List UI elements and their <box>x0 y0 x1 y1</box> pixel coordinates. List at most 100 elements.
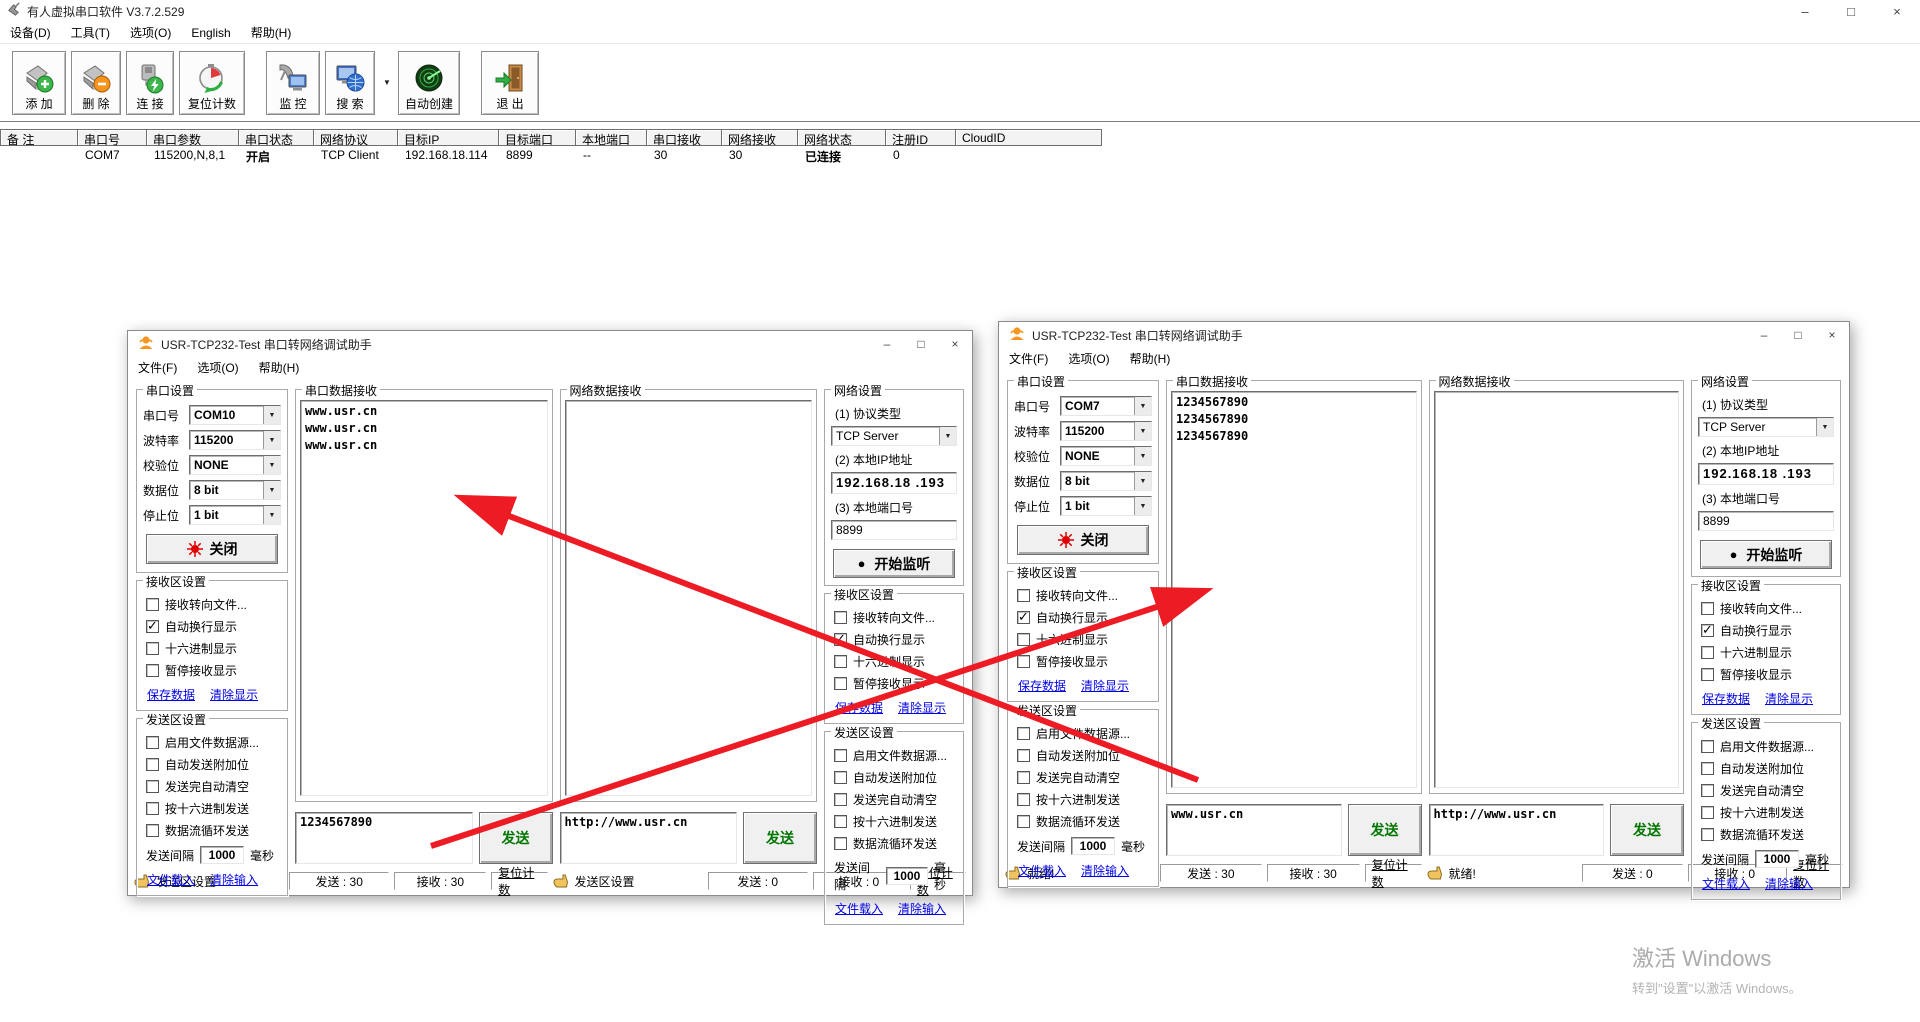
checkbox-pause-recv[interactable]: 暂停接收显示 <box>1017 653 1152 670</box>
menu-device[interactable]: 设备(D) <box>0 22 61 43</box>
save-data-link[interactable]: 保存数据 <box>1702 690 1750 707</box>
load-file-link[interactable]: 文件载入 <box>835 900 883 917</box>
clear-input-link[interactable]: 清除输入 <box>1765 875 1813 892</box>
clear-display-link[interactable]: 清除显示 <box>1765 690 1813 707</box>
send-interval-input[interactable]: 1000 <box>1755 850 1799 868</box>
checkbox-recv-to-file[interactable]: 接收转向文件... <box>834 609 957 626</box>
serial-send-input[interactable]: 1234567890 <box>295 812 473 864</box>
checkbox-send-as-hex[interactable]: 按十六进制发送 <box>1017 791 1152 808</box>
stop-bits-select[interactable]: 1 bit▼ <box>189 505 281 525</box>
checkbox-auto-wrap[interactable]: 自动换行显示 <box>1701 622 1834 639</box>
serial-send-input[interactable]: www.usr.cn <box>1166 804 1342 856</box>
chevron-down-icon[interactable]: ▼ <box>263 456 280 474</box>
send-settings-status[interactable]: 发送区设置 <box>553 873 703 890</box>
auto-create-button[interactable]: 自动创建 <box>398 51 460 115</box>
load-file-link[interactable]: 文件载入 <box>1702 875 1750 892</box>
network-send-input[interactable]: http://www.usr.cn <box>560 812 738 864</box>
col-cloud-id[interactable]: CloudID <box>956 129 1102 146</box>
checkbox-hex-display[interactable]: 十六进制显示 <box>1017 631 1152 648</box>
checkbox-clear-after-send[interactable]: 发送完自动清空 <box>146 778 281 795</box>
chevron-down-icon[interactable]: ▼ <box>1134 397 1151 415</box>
menu-tools[interactable]: 工具(T) <box>61 22 120 43</box>
menu-help[interactable]: 帮助(H) <box>1120 348 1181 369</box>
col-params[interactable]: 串口参数 <box>147 129 239 146</box>
chevron-down-icon[interactable]: ▼ <box>939 427 956 445</box>
protocol-select[interactable]: TCP Server▼ <box>1698 417 1834 437</box>
local-ip-input[interactable]: 192.168.18 .193 <box>831 472 957 494</box>
app-minimize-button[interactable]: – <box>1782 0 1828 22</box>
local-port-input[interactable]: 8899 <box>831 520 957 540</box>
clear-display-link[interactable]: 清除显示 <box>210 686 258 703</box>
col-net-state[interactable]: 网络状态 <box>798 129 886 146</box>
minimize-button[interactable]: – <box>870 331 904 357</box>
menu-help[interactable]: 帮助(H) <box>249 357 310 378</box>
chevron-down-icon[interactable]: ▼ <box>1134 447 1151 465</box>
connect-button[interactable]: 连 接 <box>126 51 174 115</box>
send-interval-input[interactable]: 1000 <box>200 846 244 864</box>
checkbox-loop-send[interactable]: 数据流循环发送 <box>1017 813 1152 830</box>
add-button[interactable]: 添 加 <box>12 51 66 115</box>
parity-select[interactable]: NONE▼ <box>189 455 281 475</box>
col-state[interactable]: 串口状态 <box>239 129 314 146</box>
chevron-down-icon[interactable]: ▼ <box>263 481 280 499</box>
reset-count-link[interactable]: 复位计数 <box>491 872 547 890</box>
checkbox-loop-send[interactable]: 数据流循环发送 <box>834 835 957 852</box>
close-button[interactable]: × <box>1815 322 1849 348</box>
checkbox-file-source[interactable]: 启用文件数据源... <box>1701 738 1834 755</box>
network-send-input[interactable]: http://www.usr.cn <box>1429 804 1605 856</box>
checkbox-send-as-hex[interactable]: 按十六进制发送 <box>834 813 957 830</box>
exit-button[interactable]: 退 出 <box>481 51 539 115</box>
monitor-button[interactable]: 监 控 <box>266 51 320 115</box>
col-target-ip[interactable]: 目标IP <box>398 129 499 146</box>
clear-input-link[interactable]: 清除输入 <box>898 900 946 917</box>
checkbox-hex-display[interactable]: 十六进制显示 <box>1701 644 1834 661</box>
load-file-link[interactable]: 文件载入 <box>1018 862 1066 879</box>
checkbox-pause-recv[interactable]: 暂停接收显示 <box>1701 666 1834 683</box>
chevron-down-icon[interactable]: ▼ <box>263 506 280 524</box>
checkbox-auto-append[interactable]: 自动发送附加位 <box>1017 747 1152 764</box>
start-listen-button[interactable]: ●开始监听 <box>833 549 955 578</box>
clear-display-link[interactable]: 清除显示 <box>898 699 946 716</box>
checkbox-clear-after-send[interactable]: 发送完自动清空 <box>1701 782 1834 799</box>
checkbox-auto-append[interactable]: 自动发送附加位 <box>146 756 281 773</box>
local-ip-input[interactable]: 192.168.18 .193 <box>1698 463 1834 485</box>
checkbox-file-source[interactable]: 启用文件数据源... <box>1017 725 1152 742</box>
chevron-down-icon[interactable]: ▼ <box>1134 497 1151 515</box>
search-dropdown-arrow[interactable]: ▼ <box>380 78 394 87</box>
col-target-port[interactable]: 目标端口 <box>499 129 576 146</box>
network-receive-area[interactable] <box>1434 391 1680 788</box>
close-port-button[interactable]: 关闭 <box>146 534 278 564</box>
checkbox-auto-append[interactable]: 自动发送附加位 <box>1701 760 1834 777</box>
serial-send-button[interactable]: 发送 <box>479 812 553 864</box>
load-file-link[interactable]: 文件载入 <box>147 871 195 888</box>
maximize-button[interactable]: □ <box>1781 322 1815 348</box>
chevron-down-icon[interactable]: ▼ <box>1134 472 1151 490</box>
col-protocol[interactable]: 网络协议 <box>314 129 398 146</box>
menu-options[interactable]: 选项(O) <box>1058 348 1119 369</box>
parity-select[interactable]: NONE▼ <box>1060 446 1152 466</box>
checkbox-loop-send[interactable]: 数据流循环发送 <box>146 822 281 839</box>
com-port-select[interactable]: COM10▼ <box>189 405 281 425</box>
chevron-down-icon[interactable]: ▼ <box>263 431 280 449</box>
maximize-button[interactable]: □ <box>904 331 938 357</box>
start-listen-button[interactable]: ●开始监听 <box>1700 540 1832 569</box>
close-button[interactable]: × <box>938 331 972 357</box>
window-titlebar[interactable]: USR-TCP232-Test 串口转网络调试助手 – □ × <box>999 322 1849 348</box>
serial-receive-area[interactable]: www.usr.cn www.usr.cn www.usr.cn <box>300 400 548 796</box>
checkbox-loop-send[interactable]: 数据流循环发送 <box>1701 826 1834 843</box>
window-titlebar[interactable]: USR-TCP232-Test 串口转网络调试助手 – □ × <box>128 331 972 357</box>
checkbox-auto-wrap[interactable]: 自动换行显示 <box>146 618 281 635</box>
save-data-link[interactable]: 保存数据 <box>1018 677 1066 694</box>
data-bits-select[interactable]: 8 bit▼ <box>189 480 281 500</box>
checkbox-hex-display[interactable]: 十六进制显示 <box>834 653 957 670</box>
app-maximize-button[interactable]: □ <box>1828 0 1874 22</box>
app-close-button[interactable]: × <box>1874 0 1920 22</box>
search-button[interactable]: 搜 索 <box>325 51 375 115</box>
menu-english[interactable]: English <box>181 24 240 42</box>
checkbox-send-as-hex[interactable]: 按十六进制发送 <box>146 800 281 817</box>
checkbox-pause-recv[interactable]: 暂停接收显示 <box>834 675 957 692</box>
baud-rate-select[interactable]: 115200▼ <box>189 430 281 450</box>
minimize-button[interactable]: – <box>1747 322 1781 348</box>
col-reg-id[interactable]: 注册ID <box>886 129 956 146</box>
checkbox-pause-recv[interactable]: 暂停接收显示 <box>146 662 281 679</box>
